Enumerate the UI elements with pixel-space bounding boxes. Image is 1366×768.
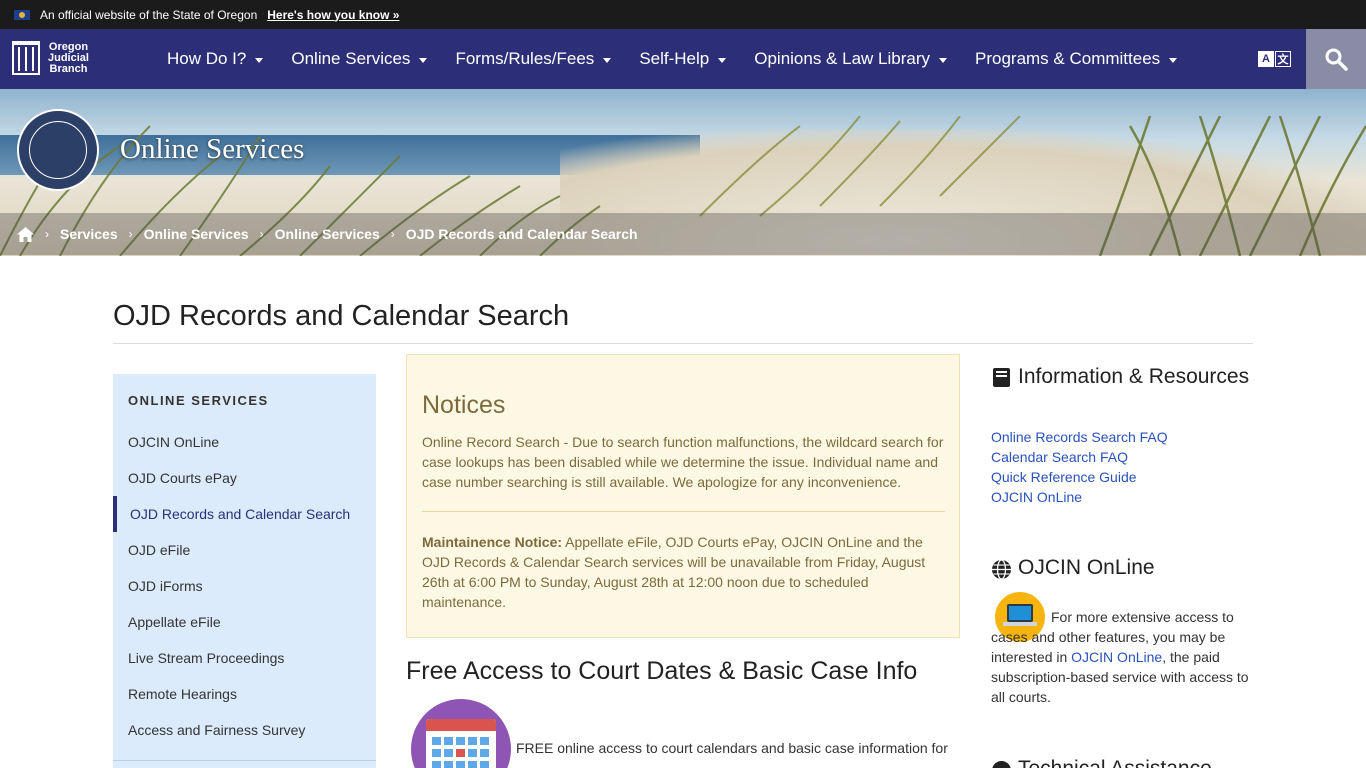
link-online-records-faq[interactable]: Online Records Search FAQ: [991, 427, 1168, 447]
nav-forms-rules-fees[interactable]: Forms/Rules/Fees: [455, 49, 612, 69]
support-icon: [991, 760, 1012, 768]
info-links: Online Records Search FAQ Calendar Searc…: [991, 427, 1168, 507]
caret-down-icon: [1169, 57, 1178, 63]
home-icon[interactable]: [17, 226, 34, 242]
link-calendar-search-faq[interactable]: Calendar Search FAQ: [991, 447, 1168, 467]
courthouse-icon: [12, 41, 40, 75]
notice-maintenance: Maintainence Notice: Appellate eFile, OJ…: [422, 534, 926, 610]
breadcrumb-online-services-2[interactable]: Online Services: [275, 226, 380, 242]
ojcin-description: For more extensive access to cases and o…: [991, 609, 1249, 705]
sidebar-item-access-fairness-survey[interactable]: Access and Fairness Survey: [113, 712, 376, 748]
book-icon: [991, 367, 1012, 388]
sidebar-divider: [113, 760, 376, 761]
nav-how-do-i[interactable]: How Do I?: [167, 49, 264, 69]
official-text: An official website of the State of Oreg…: [40, 7, 258, 22]
sidebar-item-records-calendar-search[interactable]: OJD Records and Calendar Search: [113, 496, 376, 532]
caret-down-icon: [255, 57, 264, 63]
caret-down-icon: [603, 57, 612, 63]
logo-text: Oregon Judicial Branch: [48, 40, 89, 75]
chevron-right-icon: ›: [128, 227, 133, 241]
oregon-flag-icon: [14, 9, 30, 20]
ojcin-online-inline-link[interactable]: OJCIN OnLine: [1071, 649, 1162, 665]
judicial-department-seal: [17, 109, 99, 191]
sidebar-heading: ONLINE SERVICES: [128, 393, 269, 408]
ojcin-heading: OJCIN OnLine: [991, 556, 1155, 580]
sidebar-item-iforms[interactable]: OJD iForms: [113, 568, 376, 604]
info-resources-heading: Information & Resources: [991, 364, 1253, 390]
main-navigation: Oregon Judicial Branch How Do I? Online …: [0, 29, 1366, 89]
sidebar-item-courts-epay[interactable]: OJD Courts ePay: [113, 460, 376, 496]
official-banner: An official website of the State of Oreg…: [0, 0, 1366, 29]
link-quick-reference-guide[interactable]: Quick Reference Guide: [991, 467, 1168, 487]
sidebar-item-remote-hearings[interactable]: Remote Hearings: [113, 676, 376, 712]
breadcrumb-services[interactable]: Services: [60, 226, 118, 242]
title-divider: [113, 343, 1253, 344]
caret-down-icon: [939, 57, 947, 63]
notices-panel: Notices Online Record Search - Due to se…: [406, 354, 960, 638]
free-access-text: FREE online access to court calendars an…: [516, 740, 948, 756]
nav-online-services[interactable]: Online Services: [291, 49, 428, 69]
chevron-right-icon: ›: [259, 227, 264, 241]
ojb-logo[interactable]: Oregon Judicial Branch: [12, 41, 89, 75]
link-ojcin-online[interactable]: OJCIN OnLine: [991, 487, 1168, 507]
page-title: OJD Records and Calendar Search: [113, 300, 570, 332]
notices-heading: Notices: [422, 391, 506, 419]
chevron-right-icon: ›: [45, 227, 49, 241]
nav-opinions-law-library[interactable]: Opinions & Law Library: [754, 49, 947, 69]
free-access-heading: Free Access to Court Dates & Basic Case …: [406, 657, 918, 685]
caret-down-icon: [419, 57, 428, 63]
sidebar-item-ojcin-online[interactable]: OJCIN OnLine: [113, 424, 376, 460]
technical-assistance-heading: Technical Assistance: [991, 757, 1212, 768]
notice-record-search: Online Record Search - Due to search fun…: [422, 434, 944, 490]
search-button[interactable]: [1306, 29, 1366, 89]
nav-programs-committees[interactable]: Programs & Committees: [975, 49, 1178, 69]
hero-banner: Online Services › Services › Online Serv…: [0, 89, 1366, 256]
nav-self-help[interactable]: Self-Help: [639, 49, 727, 69]
chevron-right-icon: ›: [390, 227, 395, 241]
breadcrumb-current: OJD Records and Calendar Search: [405, 226, 638, 242]
notices-divider: [422, 511, 945, 512]
calendar-icon: [411, 699, 511, 768]
nav-menu: How Do I? Online Services Forms/Rules/Fe…: [167, 29, 1205, 89]
hero-title: Online Services: [120, 133, 305, 165]
how-you-know-link[interactable]: Here's how you know »: [267, 8, 399, 22]
sidebar-nav: ONLINE SERVICES OJCIN OnLine OJD Courts …: [113, 374, 376, 768]
translate-icon[interactable]: A 文: [1258, 51, 1291, 67]
sidebar-item-efile[interactable]: OJD eFile: [113, 532, 376, 568]
breadcrumb: › Services › Online Services › Online Se…: [0, 213, 1366, 255]
caret-down-icon: [718, 57, 727, 63]
sidebar-item-live-stream[interactable]: Live Stream Proceedings: [113, 640, 376, 676]
search-icon: [1325, 48, 1348, 71]
breadcrumb-online-services[interactable]: Online Services: [144, 226, 249, 242]
sidebar-item-appellate-efile[interactable]: Appellate eFile: [113, 604, 376, 640]
globe-icon: [991, 559, 1012, 580]
